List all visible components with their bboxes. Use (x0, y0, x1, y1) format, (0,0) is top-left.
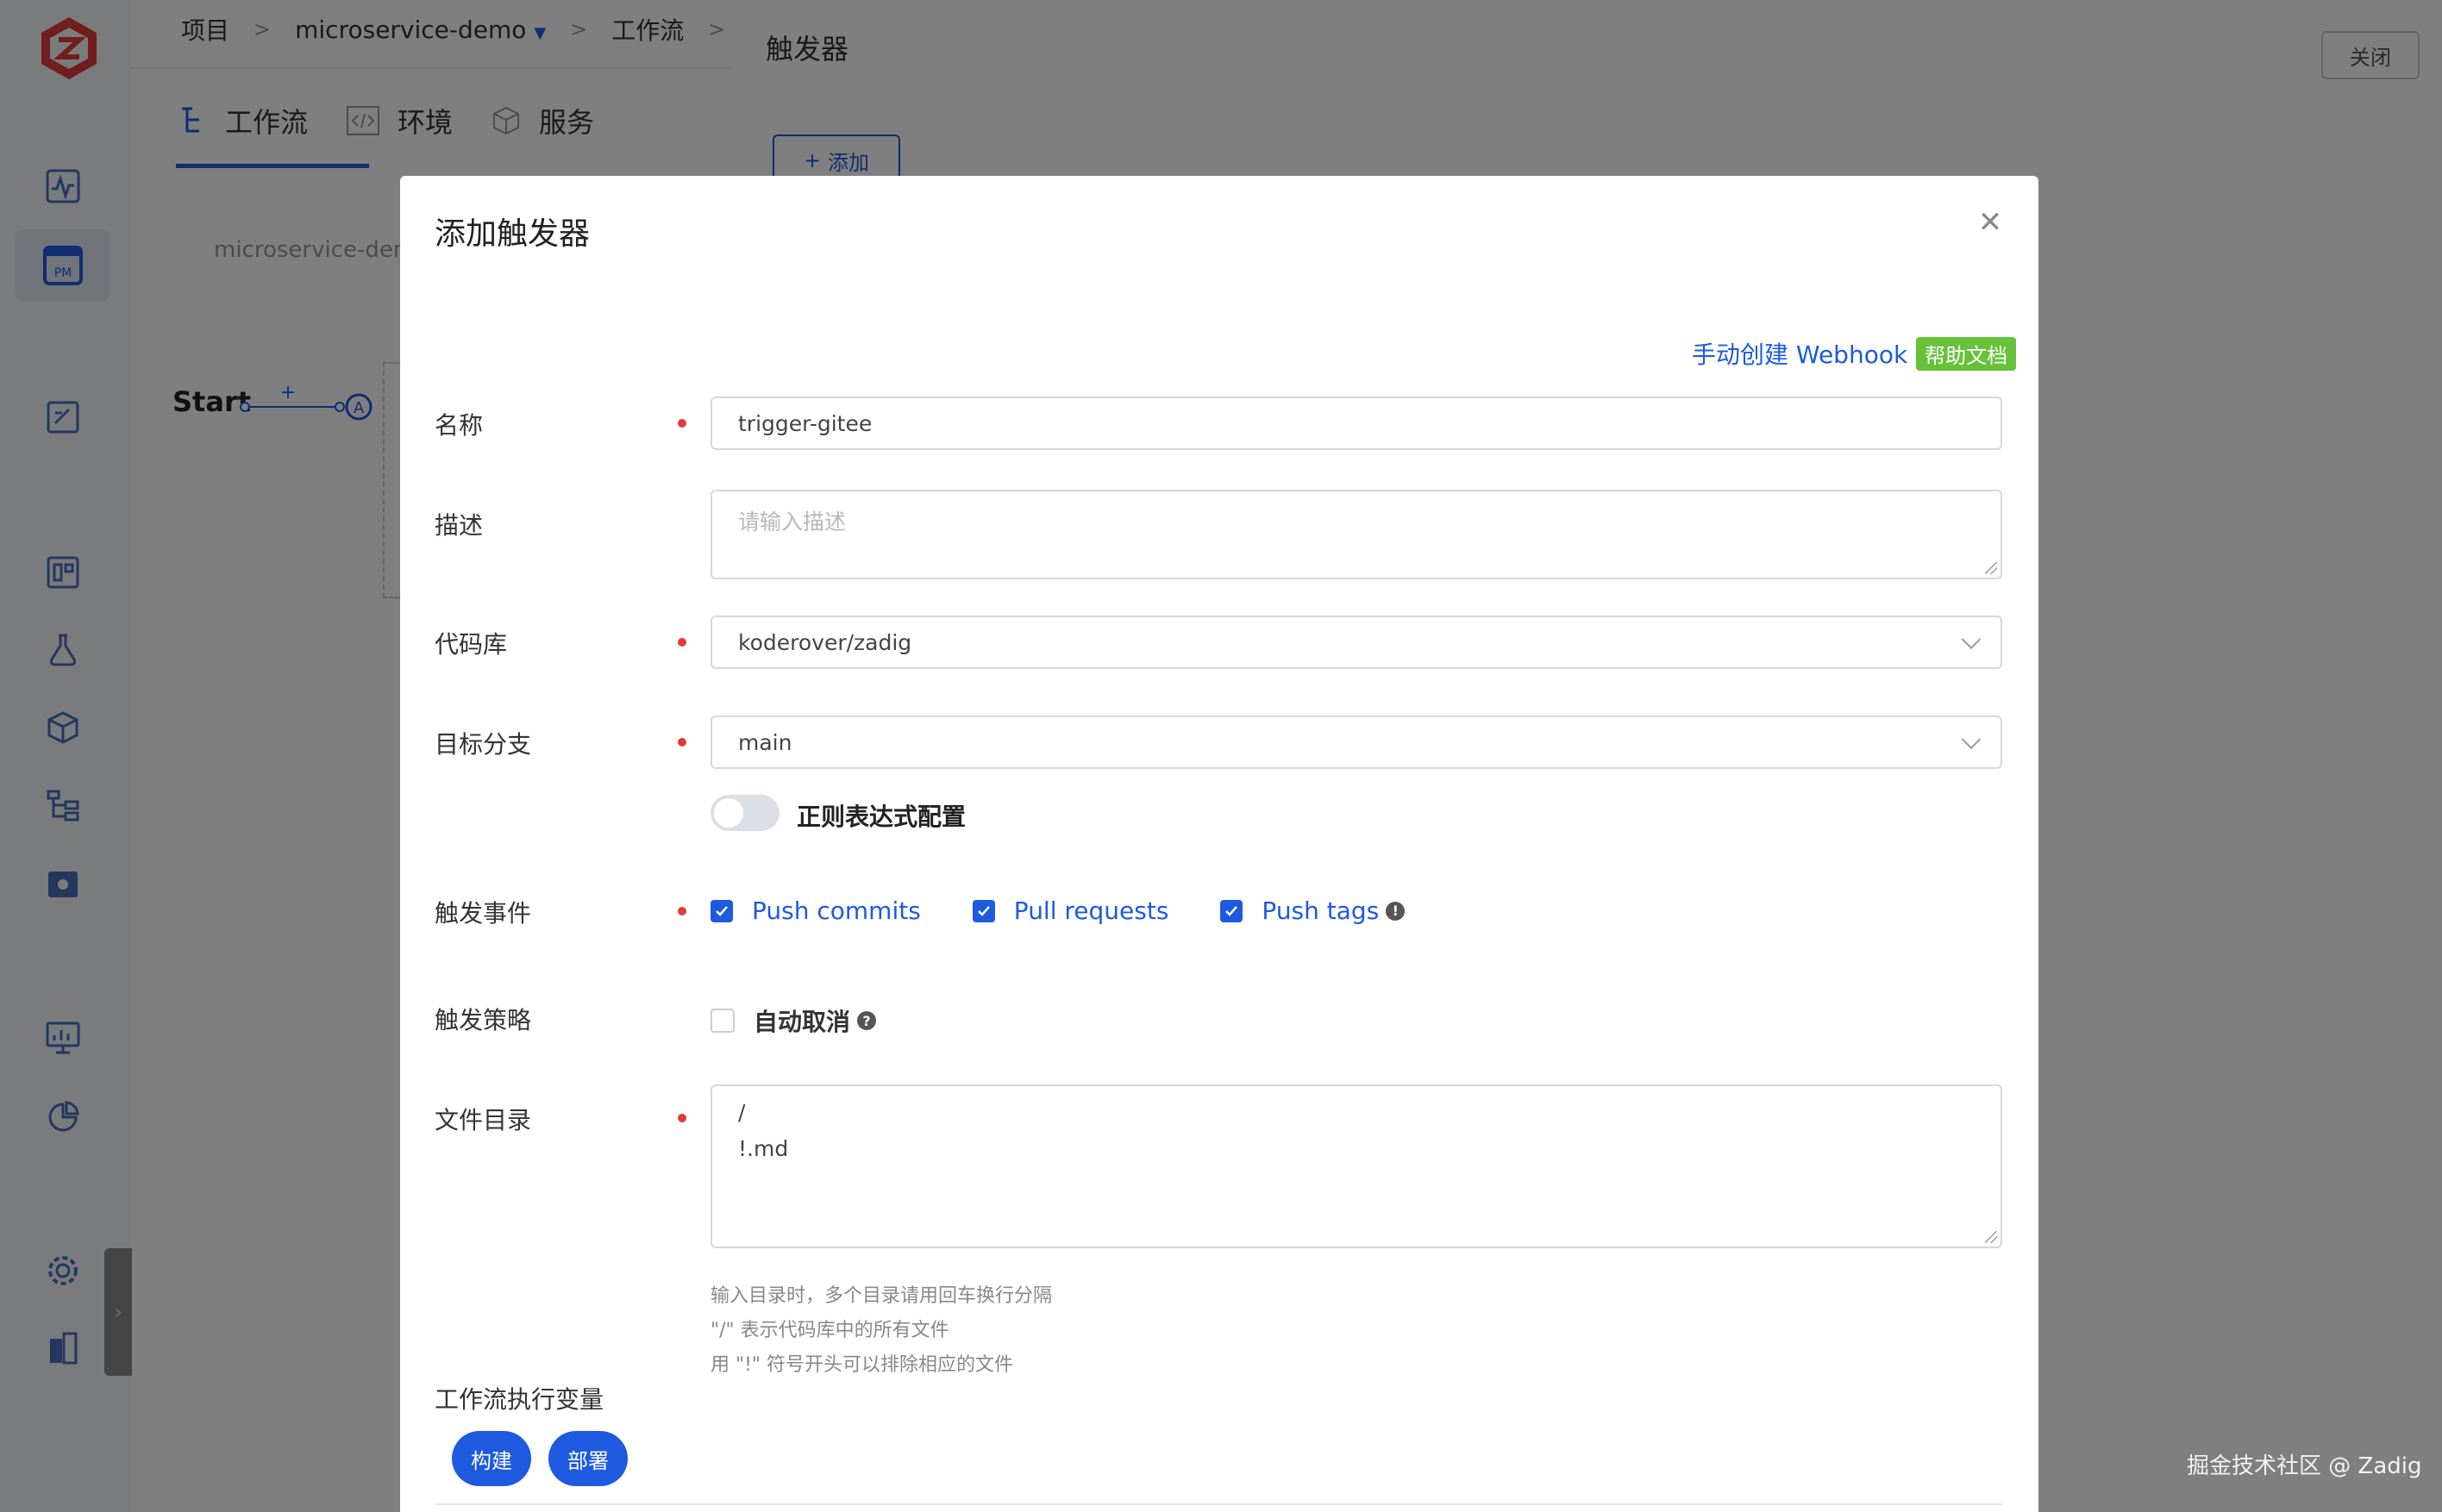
hint-line: 输入目录时，多个目录请用回车换行分隔 (711, 1285, 1053, 1307)
branch-label: 目标分支 (435, 730, 532, 759)
info-icon[interactable]: ! (1386, 901, 1406, 921)
deploy-variable-button[interactable]: 部署 (548, 1431, 628, 1486)
required-indicator (678, 738, 686, 747)
chevron-down-icon (1961, 629, 1982, 650)
regex-config-toggle[interactable] (711, 795, 780, 831)
check-icon (716, 905, 728, 916)
file-dir-field[interactable]: / !.md (711, 1084, 2002, 1248)
name-label: 名称 (435, 411, 484, 440)
build-variable-button[interactable]: 构建 (452, 1431, 531, 1486)
workflow-variables-title: 工作流执行变量 (435, 1385, 604, 1414)
file-dir-line: !.md (738, 1136, 789, 1161)
auto-cancel-checkbox[interactable] (711, 1009, 735, 1033)
required-indicator (678, 1114, 686, 1122)
push-tags-checkbox[interactable] (1220, 899, 1243, 922)
events-label: 触发事件 (435, 899, 532, 928)
dialog-title: 添加触发器 (435, 216, 591, 252)
auto-cancel-label[interactable]: 自动取消 (754, 1003, 850, 1038)
push-commits-label[interactable]: Push commits (752, 897, 921, 925)
resize-handle-icon[interactable] (1985, 1231, 1997, 1243)
name-field[interactable]: trigger-gitee (711, 397, 2002, 450)
check-icon (1225, 905, 1238, 916)
repo-select[interactable]: koderover/zadig (711, 615, 2002, 669)
webhook-link-text: 手动创建 Webhook (1692, 341, 1908, 369)
push-commits-checkbox[interactable] (711, 899, 733, 922)
branch-select[interactable]: main (711, 715, 2002, 769)
hint-line: "/" 表示代码库中的所有文件 (711, 1320, 949, 1341)
description-label: 描述 (435, 511, 484, 540)
file-dir-label: 文件目录 (435, 1106, 532, 1134)
pull-requests-checkbox[interactable] (972, 899, 995, 922)
section-divider (435, 1503, 2002, 1505)
watermark: 掘金技术社区 @ Zadig (2187, 1453, 2422, 1479)
resize-handle-icon[interactable] (1985, 562, 1997, 574)
repo-value: koderover/zadig (738, 629, 912, 655)
required-indicator (678, 907, 686, 915)
file-dir-hint: 输入目录时，多个目录请用回车换行分隔 "/" 表示代码库中的所有文件 用 "!"… (711, 1279, 1052, 1383)
chevron-down-icon (1961, 729, 1982, 750)
push-tags-label[interactable]: Push tags (1262, 897, 1379, 925)
close-icon[interactable]: ✕ (1975, 205, 2006, 240)
branch-value: main (738, 729, 792, 755)
required-indicator (678, 419, 686, 428)
strategy-option: 自动取消 ? (711, 1003, 877, 1038)
help-doc-badge[interactable]: 帮助文档 (1916, 336, 2017, 371)
question-icon[interactable]: ? (857, 1011, 877, 1030)
file-dir-line: / (738, 1100, 746, 1125)
description-field[interactable]: 请输入描述 (711, 490, 2002, 579)
hint-line: 用 "!" 符号开头可以排除相应的文件 (711, 1354, 1014, 1376)
add-trigger-dialog: 添加触发器 ✕ 手动创建 Webhook 帮助文档 名称 trigger-git… (400, 176, 2038, 1512)
repo-label: 代码库 (435, 630, 508, 659)
required-indicator (678, 638, 686, 647)
events-checkbox-group: Push commits Pull requests Push tags ! (711, 897, 1406, 925)
description-placeholder: 请输入描述 (738, 509, 847, 534)
toggle-knob (714, 798, 743, 828)
pull-requests-label[interactable]: Pull requests (1014, 897, 1169, 925)
manual-webhook-link[interactable]: 手动创建 Webhook 帮助文档 (1692, 336, 2017, 371)
name-value: trigger-gitee (738, 410, 873, 436)
check-icon (977, 905, 990, 916)
regex-config-label: 正则表达式配置 (797, 803, 967, 831)
strategy-label: 触发策略 (435, 1006, 532, 1034)
